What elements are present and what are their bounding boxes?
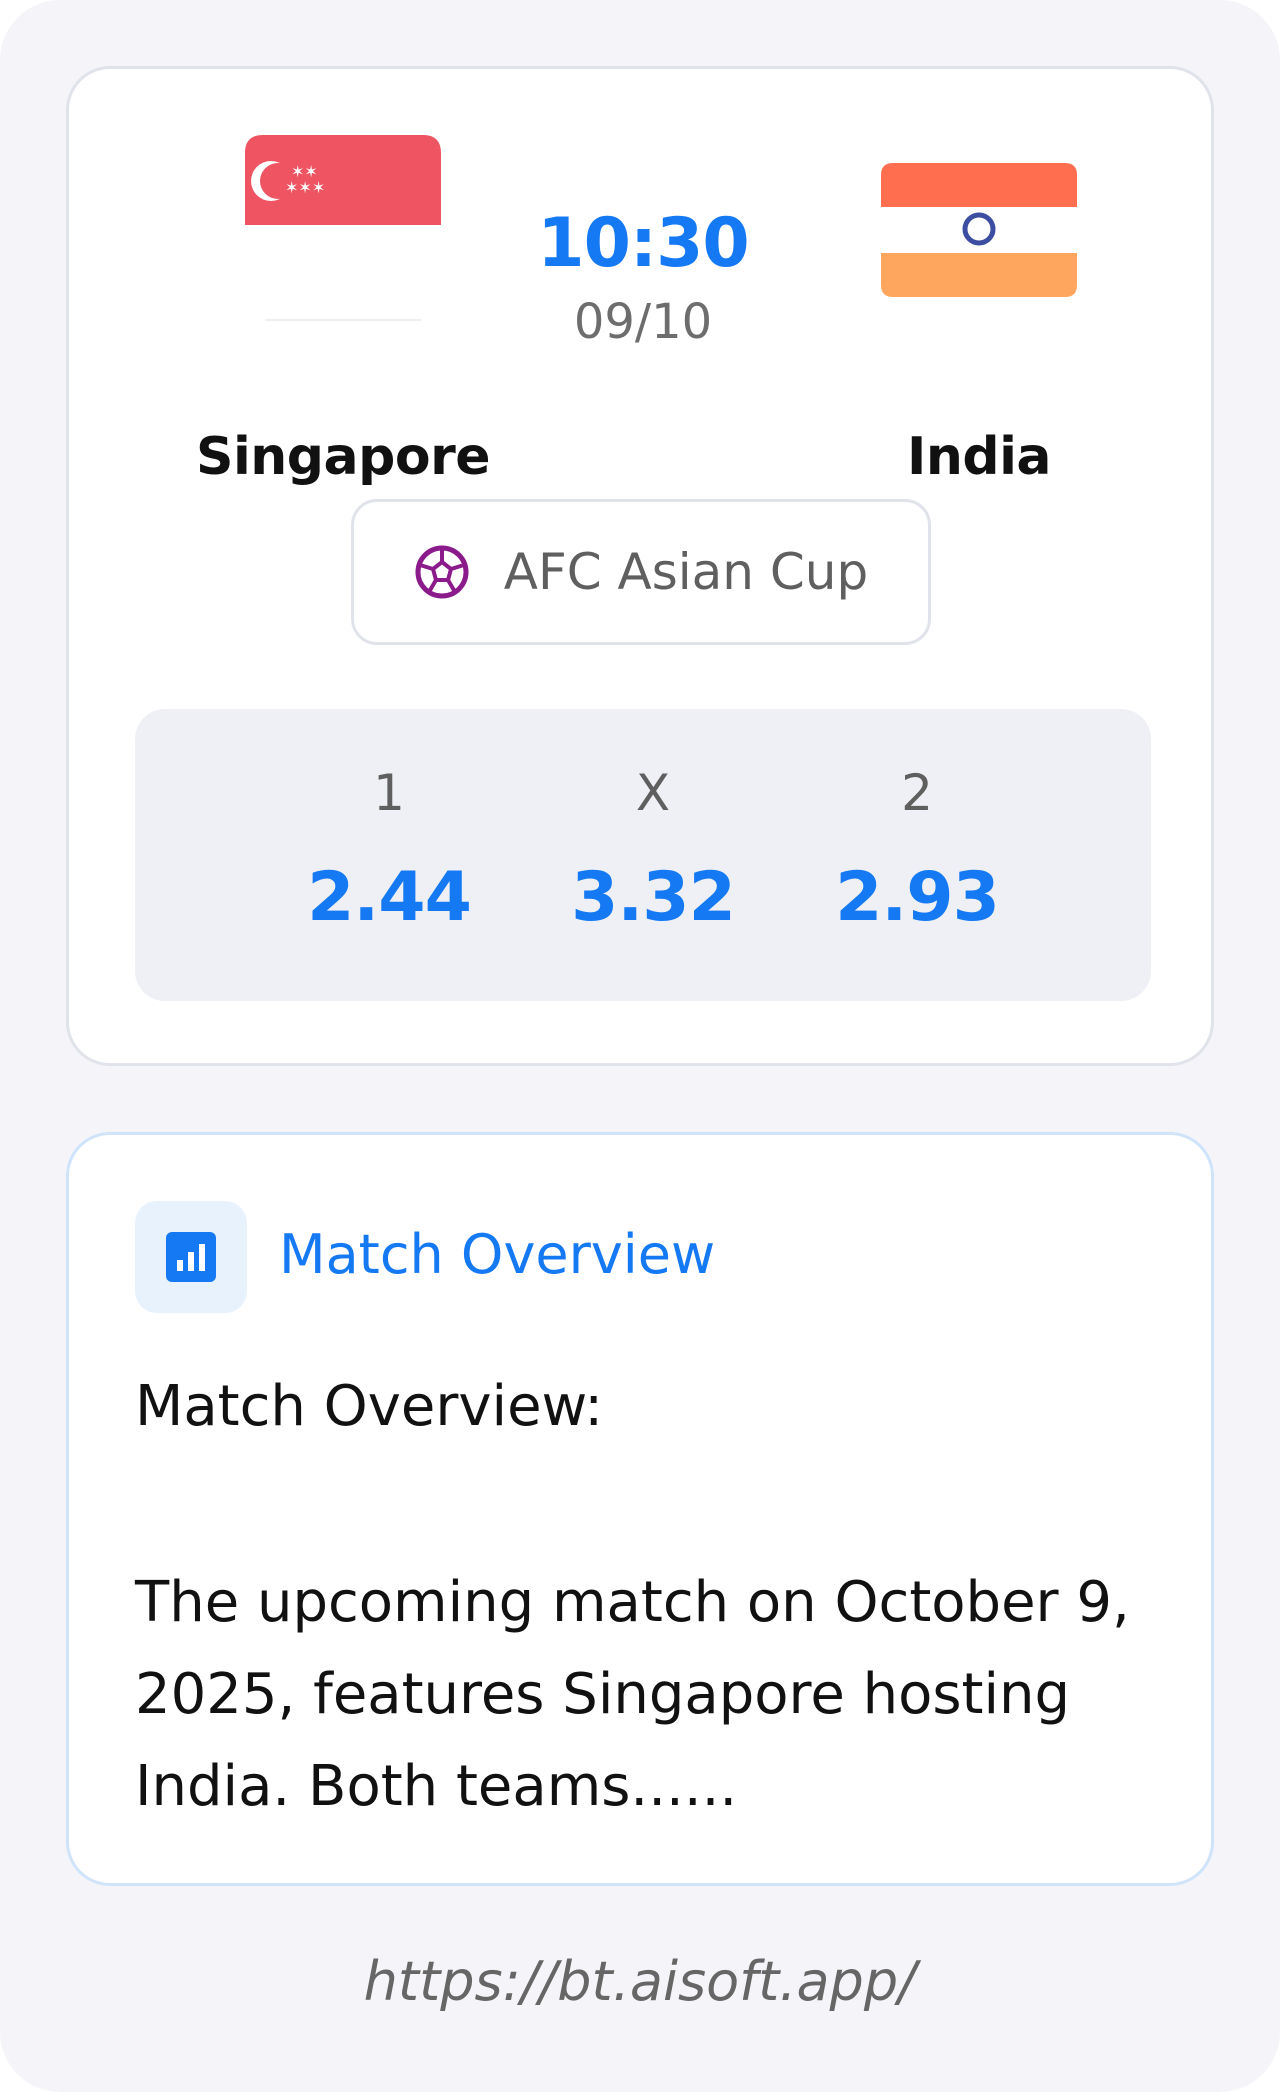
- home-team-name: Singapore: [196, 427, 490, 487]
- odd-draw-label: X: [635, 764, 671, 822]
- odd-home-label: 1: [373, 764, 405, 822]
- odd-away[interactable]: 2 2.93: [807, 763, 1027, 936]
- odd-away-value: 2.93: [835, 858, 1000, 937]
- odd-away-label: 2: [901, 764, 933, 822]
- india-flag: [881, 163, 1077, 297]
- bar-chart-icon-glyph: [166, 1232, 216, 1282]
- footer-url[interactable]: https://bt.aisoft.app/: [0, 1950, 1280, 2013]
- odd-draw-value: 3.32: [571, 858, 736, 937]
- singapore-flag: ✶✶ ✶✶✶: [245, 135, 441, 321]
- kickoff-info: 10:30 09/10: [493, 204, 793, 350]
- away-team-name: India: [906, 427, 1052, 487]
- odd-home[interactable]: 1 2.44: [279, 763, 499, 936]
- overview-title: Match Overview: [279, 1223, 716, 1286]
- overview-heading: Match Overview:: [135, 1374, 604, 1439]
- kickoff-date: 09/10: [573, 293, 713, 350]
- odd-draw[interactable]: X 3.32: [543, 763, 763, 936]
- away-team: India: [809, 163, 1149, 487]
- overview-card[interactable]: Match Overview Match Overview: The upcom…: [66, 1132, 1214, 1886]
- odd-home-value: 2.44: [307, 858, 472, 937]
- football-icon: [415, 545, 469, 599]
- overview-body: The upcoming match on October 9, 2025, f…: [135, 1570, 1130, 1819]
- svg-text:✶✶✶: ✶✶✶: [285, 178, 325, 197]
- competition-label: AFC Asian Cup: [503, 543, 869, 601]
- home-team: ✶✶ ✶✶✶ Singapore: [173, 135, 513, 487]
- kickoff-time: 10:30: [537, 204, 749, 283]
- page-background: ✶✶ ✶✶✶ Singapore 10:30 09/10 India AFC A…: [0, 0, 1280, 2092]
- odds-panel: 1 2.44 X 3.32 2 2.93: [135, 709, 1151, 1001]
- competition-badge[interactable]: AFC Asian Cup: [351, 499, 931, 645]
- bar-chart-icon: [135, 1201, 247, 1313]
- match-card[interactable]: ✶✶ ✶✶✶ Singapore 10:30 09/10 India AFC A…: [66, 66, 1214, 1066]
